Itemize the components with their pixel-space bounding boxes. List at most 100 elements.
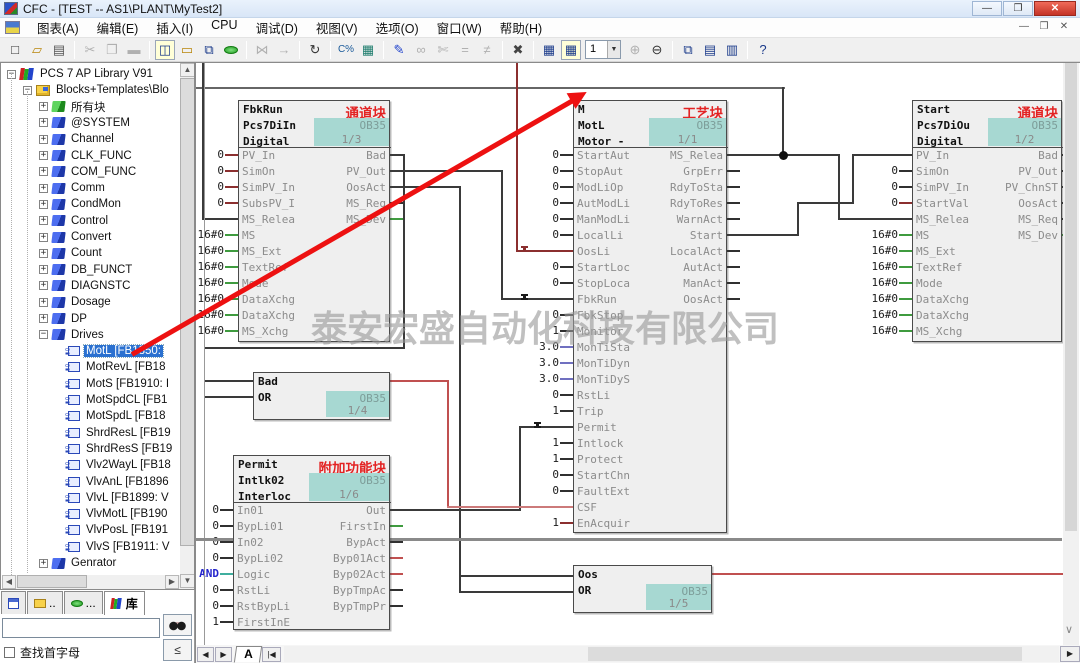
- pin-BypLi01[interactable]: BypLi01: [237, 519, 283, 535]
- scroll-right-icon[interactable]: ▶: [165, 575, 179, 589]
- expand-icon[interactable]: +: [39, 559, 48, 568]
- pin-OosAct[interactable]: OosAct: [1018, 196, 1058, 212]
- pin-SimPV_In[interactable]: SimPV_In: [242, 180, 295, 196]
- pin-Intlock[interactable]: Intlock: [577, 436, 623, 452]
- tree-item-CLK_FUNC[interactable]: +CLK_FUNC: [39, 148, 134, 164]
- context-help-icon[interactable]: ?: [753, 40, 773, 60]
- tab-library[interactable]: 库: [104, 591, 145, 615]
- pin-LocalAct[interactable]: LocalAct: [670, 244, 723, 260]
- block-m[interactable]: MMotLMotor -工艺块OB351/1StartAutStopAutMod…: [573, 100, 727, 533]
- tree-item-MotRevL[interactable]: MotRevL [FB18: [55, 359, 167, 375]
- pin-Byp01Act[interactable]: Byp01Act: [333, 551, 386, 567]
- pin-DataXchg[interactable]: DataXchg: [242, 308, 295, 324]
- pin-SimPV_In[interactable]: SimPV_In: [916, 180, 969, 196]
- pin-Byp02Act[interactable]: Byp02Act: [333, 567, 386, 583]
- goto-icon[interactable]: →: [274, 40, 294, 60]
- pin-Mode[interactable]: Mode: [242, 276, 269, 292]
- pin-AutAct[interactable]: AutAct: [683, 260, 723, 276]
- menu-CPU[interactable]: CPU: [202, 16, 246, 39]
- pin-MonTiDyS[interactable]: MonTiDyS: [577, 372, 630, 388]
- pin-MonTiSta[interactable]: MonTiSta: [577, 340, 630, 356]
- pin-Trip[interactable]: Trip: [577, 404, 604, 420]
- pin-SimOn[interactable]: SimOn: [916, 164, 949, 180]
- expand-icon[interactable]: +: [39, 249, 48, 258]
- tree-item-Genrator[interactable]: +Genrator: [39, 555, 118, 571]
- tree-item-Convert[interactable]: +Convert: [39, 229, 113, 245]
- pin-DataXchg[interactable]: DataXchg: [242, 292, 295, 308]
- open-icon[interactable]: ▱: [27, 40, 47, 60]
- zoom-out-icon[interactable]: ⊖: [647, 40, 667, 60]
- tree-item-所有块[interactable]: +所有块: [39, 99, 108, 115]
- scroll-up-icon[interactable]: ▲: [180, 63, 195, 77]
- monitor-icon[interactable]: ∞: [411, 40, 431, 60]
- crossings-icon[interactable]: ✖: [508, 40, 528, 60]
- tree-item-ShrdResS[interactable]: ShrdResS [FB19: [55, 441, 174, 457]
- tree-item-MotL[interactable]: MotL [FB1850:: [55, 343, 163, 359]
- expand-icon[interactable]: +: [39, 216, 48, 225]
- catalog2-icon[interactable]: ▦: [561, 40, 581, 60]
- sheet-tab-a[interactable]: A: [234, 646, 262, 663]
- paste-icon[interactable]: ▬: [124, 40, 144, 60]
- pin-MS_Req[interactable]: MS_Req: [346, 196, 386, 212]
- pen-icon[interactable]: ✎: [389, 40, 409, 60]
- block-fbkrun[interactable]: FbkRunPcs7DiInDigital通道块OB351/3PV_InSimO…: [238, 100, 390, 342]
- pin-LocalLi[interactable]: LocalLi: [577, 228, 623, 244]
- tree-item-Blocks+Templates\Blo[interactable]: −Blocks+Templates\Blo: [23, 82, 171, 98]
- chart-blocks-icon[interactable]: ◫: [155, 40, 175, 60]
- tree-item-Drives[interactable]: −Drives: [39, 327, 106, 343]
- block-start[interactable]: StartPcs7DiOuDigital通道块OB351/2PV_InSimOn…: [912, 100, 1062, 342]
- tree-vscrollbar[interactable]: ▲ ▼: [180, 63, 195, 589]
- menu-E[interactable]: 编辑(E): [88, 16, 148, 39]
- catalog-icon[interactable]: ▦: [539, 40, 559, 60]
- pin-TextRef[interactable]: TextRef: [242, 260, 288, 276]
- tree-item-Channel[interactable]: +Channel: [39, 131, 116, 147]
- tree-item-DIAGNSTC[interactable]: +DIAGNSTC: [39, 278, 132, 294]
- pin-ManAct[interactable]: ManAct: [683, 276, 723, 292]
- scroll-left-icon[interactable]: ◀: [2, 575, 16, 589]
- run-sequence-icon[interactable]: ↻: [305, 40, 325, 60]
- pin-AutModLi[interactable]: AutModLi: [577, 196, 630, 212]
- scroll-thumb[interactable]: [1065, 63, 1077, 531]
- pin-TextRef[interactable]: TextRef: [916, 260, 962, 276]
- pin-MS_Req[interactable]: MS_Req: [1018, 212, 1058, 228]
- expand-icon[interactable]: +: [39, 233, 48, 242]
- menu-O[interactable]: 选项(O): [367, 16, 428, 39]
- expand-icon[interactable]: +: [39, 298, 48, 307]
- pin-BypAct[interactable]: BypAct: [346, 535, 386, 551]
- menu-W[interactable]: 窗口(W): [428, 16, 491, 39]
- close-button[interactable]: ✕: [1034, 1, 1076, 16]
- pin-FbkStop[interactable]: FbkStop: [577, 308, 623, 324]
- menu-D[interactable]: 调试(D): [247, 16, 307, 39]
- first-sheet-icon[interactable]: |◀: [262, 647, 281, 662]
- pin-Logic[interactable]: Logic: [237, 567, 270, 583]
- scroll-thumb[interactable]: [180, 78, 195, 546]
- tree-item-@SYSTEM[interactable]: +@SYSTEM: [39, 115, 132, 131]
- tab-charts[interactable]: [1, 591, 26, 614]
- block-permit[interactable]: PermitIntlk02Interloc附加功能块OB351/6In01Byp…: [233, 455, 390, 630]
- pin-PV_Out[interactable]: PV_Out: [1018, 164, 1058, 180]
- minimize-button[interactable]: —: [972, 1, 1002, 16]
- tree-item-Dosage[interactable]: +Dosage: [39, 294, 113, 310]
- connector-oval-icon[interactable]: [221, 40, 241, 60]
- pin-FbkRun[interactable]: FbkRun: [577, 292, 617, 308]
- sheet-view-icon[interactable]: ▭: [177, 40, 197, 60]
- scroll-thumb[interactable]: [17, 575, 87, 588]
- tree-item-MotSpdCL[interactable]: MotSpdCL [FB1: [55, 392, 169, 408]
- pin-PV_In[interactable]: PV_In: [242, 148, 275, 164]
- scroll-right-icon[interactable]: ▶: [1060, 646, 1080, 662]
- pin-OosLi[interactable]: OosLi: [577, 244, 610, 260]
- tree-item-CondMon[interactable]: +CondMon: [39, 196, 123, 212]
- pin-Monitor[interactable]: Monitor: [577, 324, 623, 340]
- pin-MS_Ext[interactable]: MS_Ext: [916, 244, 956, 260]
- pin-MS_Dev[interactable]: MS_Dev: [1018, 228, 1058, 244]
- tree-item-VlvS[interactable]: VlvS [FB1911: V: [55, 539, 172, 555]
- pin-SimOn[interactable]: SimOn: [242, 164, 275, 180]
- mdi-close-icon[interactable]: ✕: [1054, 20, 1074, 35]
- chart-window-icon[interactable]: [5, 21, 20, 34]
- tree-item-Comm[interactable]: +Comm: [39, 180, 107, 196]
- pin-MS_Xchg[interactable]: MS_Xchg: [916, 324, 962, 340]
- search-input[interactable]: [2, 618, 160, 638]
- pin-MS[interactable]: MS: [242, 228, 255, 244]
- expand-icon[interactable]: +: [39, 135, 48, 144]
- tree-item-DB_FUNCT[interactable]: +DB_FUNCT: [39, 262, 134, 278]
